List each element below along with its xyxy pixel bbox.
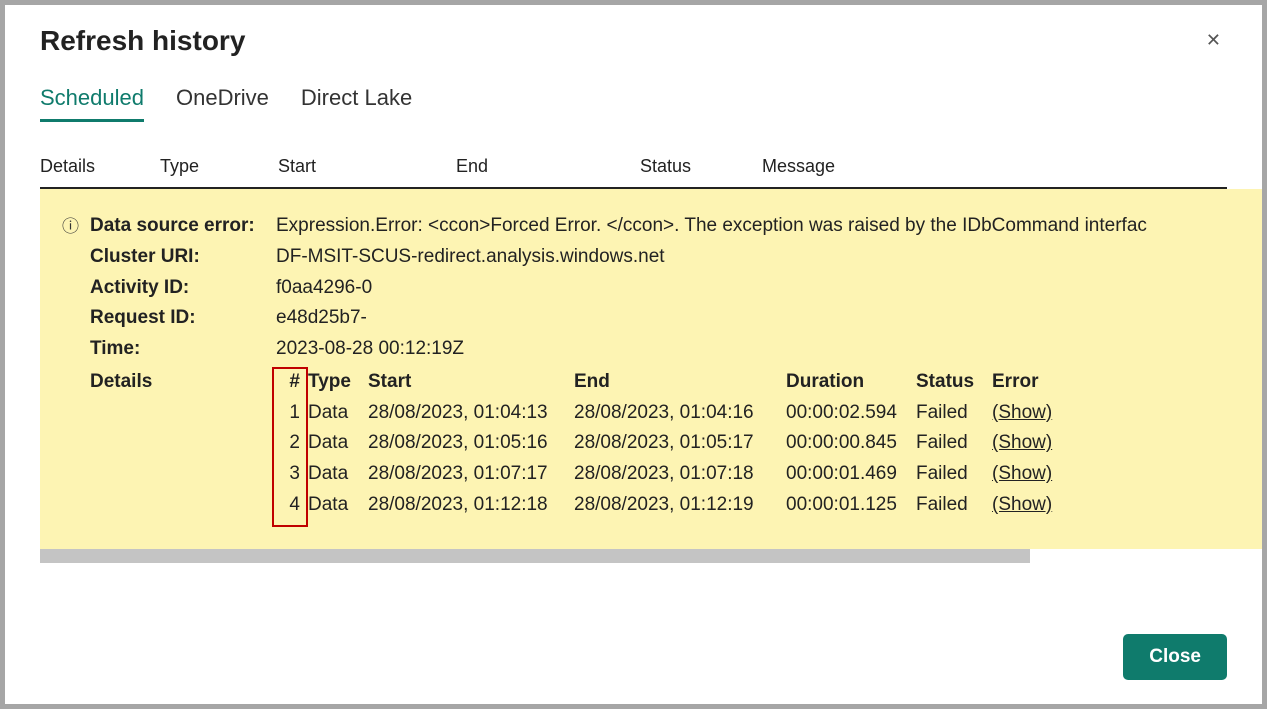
show-error-link[interactable]: (Show) xyxy=(992,428,1072,459)
cell-duration: 00:00:00.845 xyxy=(786,428,916,459)
show-error-link[interactable]: (Show) xyxy=(992,490,1072,521)
cell-start: 28/08/2023, 01:07:17 xyxy=(368,459,574,490)
details-row: 3 Data 28/08/2023, 01:07:17 28/08/2023, … xyxy=(276,459,1072,490)
cell-duration: 00:00:01.469 xyxy=(786,459,916,490)
label-time: Time: xyxy=(90,334,276,365)
value-data-source-error: Expression.Error: <ccon>Forced Error. </… xyxy=(276,211,1262,242)
row-time: Time: 2023-08-28 00:12:19Z xyxy=(62,334,1262,365)
tab-onedrive[interactable]: OneDrive xyxy=(176,85,269,122)
col-status: Status xyxy=(640,156,762,177)
cell-end: 28/08/2023, 01:12:19 xyxy=(574,490,786,521)
details-row: 2 Data 28/08/2023, 01:05:16 28/08/2023, … xyxy=(276,428,1072,459)
cell-start: 28/08/2023, 01:05:16 xyxy=(368,428,574,459)
h-error: Error xyxy=(992,367,1072,398)
col-type: Type xyxy=(160,156,278,177)
cell-start: 28/08/2023, 01:12:18 xyxy=(368,490,574,521)
cell-end: 28/08/2023, 01:07:18 xyxy=(574,459,786,490)
cell-num: 4 xyxy=(276,490,308,521)
label-activity-id: Activity ID: xyxy=(90,273,276,304)
cell-duration: 00:00:02.594 xyxy=(786,398,916,429)
cell-status: Failed xyxy=(916,428,992,459)
value-activity-id: f0aa4296-0 xyxy=(276,273,1262,304)
h-end: End xyxy=(574,367,786,398)
cell-status: Failed xyxy=(916,490,992,521)
h-status: Status xyxy=(916,367,992,398)
cell-status: Failed xyxy=(916,398,992,429)
row-details: Details # Type Start End Duration Status… xyxy=(62,365,1262,521)
label-cluster-uri: Cluster URI: xyxy=(90,242,276,273)
tabs: Scheduled OneDrive Direct Lake xyxy=(5,57,1262,122)
tab-direct-lake[interactable]: Direct Lake xyxy=(301,85,412,122)
show-error-link[interactable]: (Show) xyxy=(992,398,1072,429)
cell-duration: 00:00:01.125 xyxy=(786,490,916,521)
refresh-history-dialog: Refresh history ✕ Scheduled OneDrive Dir… xyxy=(5,5,1262,704)
h-duration: Duration xyxy=(786,367,916,398)
label-data-source-error: Data source error: xyxy=(90,211,276,242)
cell-type: Data xyxy=(308,398,368,429)
col-start: Start xyxy=(278,156,456,177)
details-row: 4 Data 28/08/2023, 01:12:18 28/08/2023, … xyxy=(276,490,1072,521)
col-message: Message xyxy=(762,156,1227,177)
row-data-source-error: ⓘ Data source error: Expression.Error: <… xyxy=(62,211,1262,242)
close-icon[interactable]: ✕ xyxy=(1200,25,1227,55)
cell-num: 2 xyxy=(276,428,308,459)
tab-scheduled[interactable]: Scheduled xyxy=(40,85,144,122)
dialog-header: Refresh history ✕ xyxy=(5,5,1262,57)
col-details: Details xyxy=(40,156,160,177)
cell-type: Data xyxy=(308,459,368,490)
cell-num: 3 xyxy=(276,459,308,490)
error-details-panel: ⓘ Data source error: Expression.Error: <… xyxy=(40,189,1262,549)
cell-end: 28/08/2023, 01:05:17 xyxy=(574,428,786,459)
details-table: # Type Start End Duration Status Error 1… xyxy=(276,367,1072,521)
dialog-footer: Close xyxy=(5,634,1262,704)
cell-type: Data xyxy=(308,428,368,459)
label-details: Details xyxy=(90,367,276,398)
column-headers: Details Type Start End Status Message xyxy=(40,122,1227,189)
row-request-id: Request ID: e48d25b7- xyxy=(62,303,1262,334)
col-end: End xyxy=(456,156,640,177)
close-button[interactable]: Close xyxy=(1123,634,1227,680)
details-row: 1 Data 28/08/2023, 01:04:13 28/08/2023, … xyxy=(276,398,1072,429)
h-type: Type xyxy=(308,367,368,398)
cell-end: 28/08/2023, 01:04:16 xyxy=(574,398,786,429)
cell-status: Failed xyxy=(916,459,992,490)
row-cluster-uri: Cluster URI: DF-MSIT-SCUS-redirect.analy… xyxy=(62,242,1262,273)
row-activity-id: Activity ID: f0aa4296-0 xyxy=(62,273,1262,304)
details-header-row: # Type Start End Duration Status Error xyxy=(276,367,1072,398)
h-num: # xyxy=(276,367,308,398)
value-time: 2023-08-28 00:12:19Z xyxy=(276,334,1262,365)
cell-start: 28/08/2023, 01:04:13 xyxy=(368,398,574,429)
dialog-title: Refresh history xyxy=(40,25,245,57)
info-icon: ⓘ xyxy=(62,211,90,241)
show-error-link[interactable]: (Show) xyxy=(992,459,1072,490)
cell-num: 1 xyxy=(276,398,308,429)
cell-type: Data xyxy=(308,490,368,521)
value-request-id: e48d25b7- xyxy=(276,303,1262,334)
label-request-id: Request ID: xyxy=(90,303,276,334)
horizontal-scrollbar[interactable] xyxy=(40,549,1030,563)
value-cluster-uri: DF-MSIT-SCUS-redirect.analysis.windows.n… xyxy=(276,242,1262,273)
h-start: Start xyxy=(368,367,574,398)
